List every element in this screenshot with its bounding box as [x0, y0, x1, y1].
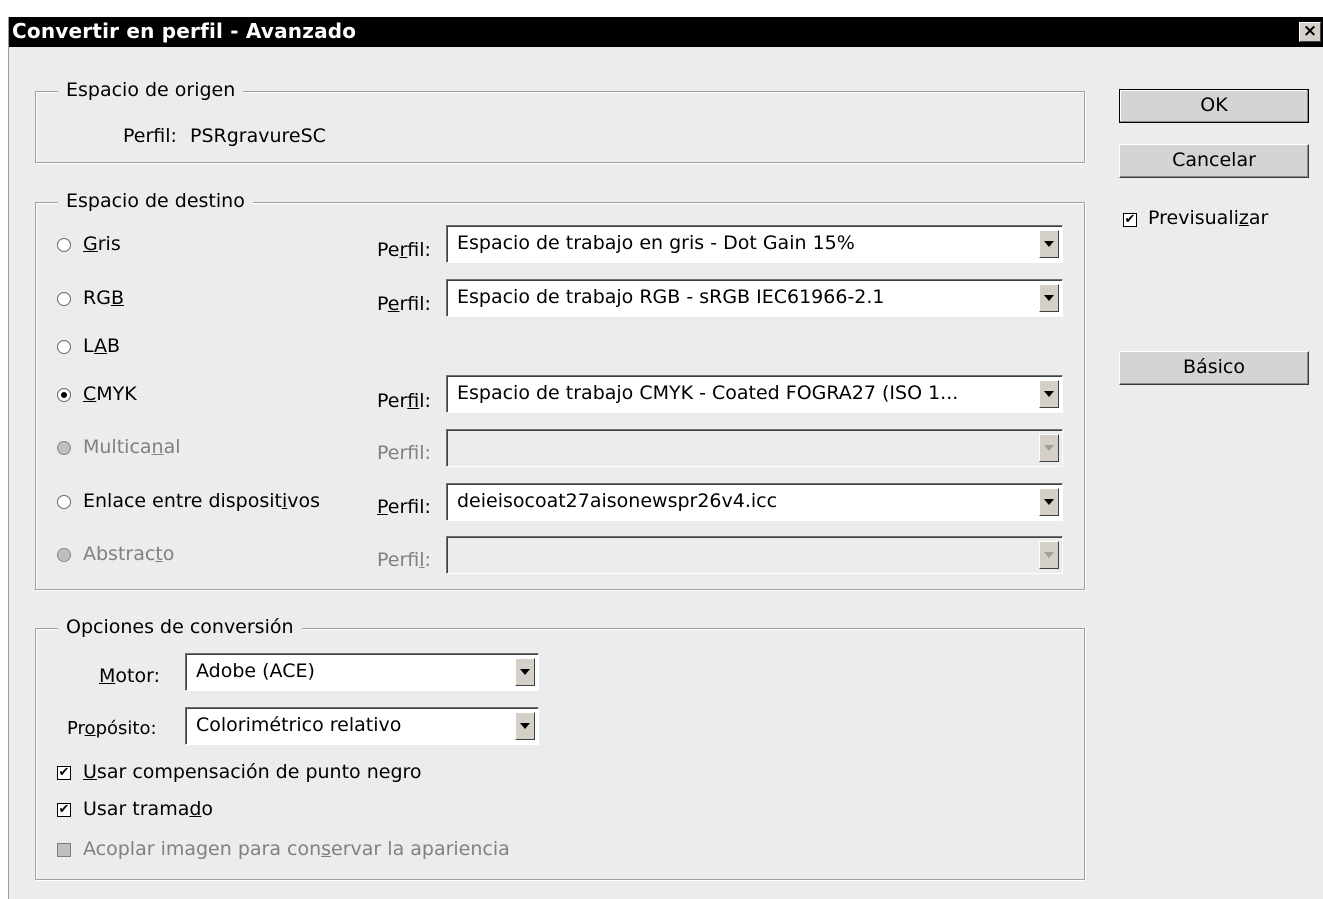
cmyk-profile-label: Perfil:	[377, 390, 431, 412]
dither-label[interactable]: Usar tramado	[83, 798, 213, 820]
chevron-down-icon[interactable]	[515, 658, 535, 686]
rgb-profile-value: Espacio de trabajo RGB - sRGB IEC61966-2…	[457, 286, 885, 308]
abstracto-profile-select	[446, 536, 1063, 574]
destination-space-legend: Espacio de destino	[58, 190, 253, 212]
ok-button[interactable]: OK	[1119, 89, 1309, 123]
device-link-profile-select[interactable]: deieisocoat27aisonewspr26v4.icc	[446, 483, 1063, 521]
radio-lab-label[interactable]: LAB	[83, 335, 120, 357]
conversion-options-legend: Opciones de conversión	[58, 616, 302, 638]
device-link-profile-value: deieisocoat27aisonewspr26v4.icc	[457, 490, 778, 512]
radio-abstracto-label: Abstracto	[83, 543, 175, 565]
black-point-label[interactable]: Usar compensación de punto negro	[83, 761, 422, 783]
gris-profile-label: Perfil:	[377, 239, 431, 261]
radio-multicanal-label: Multicanal	[83, 436, 181, 458]
chevron-down-icon[interactable]	[1039, 488, 1059, 516]
radio-gris[interactable]	[57, 238, 71, 252]
close-button[interactable]: ×	[1299, 22, 1321, 42]
chevron-down-icon	[1039, 541, 1059, 569]
chevron-down-icon[interactable]	[1039, 230, 1059, 258]
source-space-legend: Espacio de origen	[58, 79, 244, 101]
convert-profile-dialog: Convertir en perfil - Avanzado × Espacio…	[8, 17, 1323, 899]
preview-checkbox[interactable]: ✔	[1123, 213, 1137, 227]
source-profile-label: Perfil:	[123, 125, 177, 147]
chevron-down-icon[interactable]	[515, 712, 535, 740]
intent-select[interactable]: Colorimétrico relativo	[185, 707, 539, 745]
gris-profile-select[interactable]: Espacio de trabajo en gris - Dot Gain 15…	[446, 225, 1063, 263]
intent-value: Colorimétrico relativo	[196, 714, 402, 736]
abstracto-profile-label: Perfil:	[377, 549, 431, 571]
cmyk-profile-select[interactable]: Espacio de trabajo CMYK - Coated FOGRA27…	[446, 375, 1063, 413]
flatten-label: Acoplar imagen para conservar la aparien…	[83, 838, 510, 860]
engine-value: Adobe (ACE)	[196, 660, 315, 682]
chevron-down-icon[interactable]	[1039, 380, 1059, 408]
radio-cmyk[interactable]	[57, 388, 71, 402]
rgb-profile-select[interactable]: Espacio de trabajo RGB - sRGB IEC61966-2…	[446, 279, 1063, 317]
radio-gris-label[interactable]: Gris	[83, 233, 121, 255]
black-point-checkbox[interactable]: ✔	[57, 766, 71, 780]
rgb-profile-label: Perfil:	[377, 293, 431, 315]
radio-rgb-label[interactable]: RGB	[83, 287, 124, 309]
source-profile-value: PSRgravureSC	[190, 125, 326, 147]
radio-rgb[interactable]	[57, 292, 71, 306]
dither-checkbox[interactable]: ✔	[57, 803, 71, 817]
multicanal-profile-select	[446, 429, 1063, 467]
cmyk-profile-value: Espacio de trabajo CMYK - Coated FOGRA27…	[457, 382, 959, 404]
chevron-down-icon	[1039, 434, 1059, 462]
radio-device-link[interactable]	[57, 495, 71, 509]
radio-lab[interactable]	[57, 340, 71, 354]
flatten-checkbox	[57, 843, 71, 857]
device-link-profile-label: Perfil:	[377, 496, 431, 518]
preview-label[interactable]: Previsualizar	[1148, 207, 1268, 229]
dialog-title: Convertir en perfil - Avanzado	[12, 19, 357, 43]
radio-cmyk-label[interactable]: CMYK	[83, 383, 137, 405]
radio-multicanal[interactable]	[57, 441, 71, 455]
title-bar: Convertir en perfil - Avanzado ×	[9, 17, 1323, 47]
intent-label: Propósito:	[67, 718, 157, 739]
cancel-button[interactable]: Cancelar	[1119, 144, 1309, 178]
engine-label: Motor:	[99, 665, 160, 687]
basic-button[interactable]: Básico	[1119, 351, 1309, 385]
radio-device-link-label[interactable]: Enlace entre dispositivos	[83, 490, 320, 512]
multicanal-profile-label: Perfil:	[377, 442, 431, 464]
chevron-down-icon[interactable]	[1039, 284, 1059, 312]
gris-profile-value: Espacio de trabajo en gris - Dot Gain 15…	[457, 232, 855, 254]
radio-abstracto[interactable]	[57, 548, 71, 562]
engine-select[interactable]: Adobe (ACE)	[185, 653, 539, 691]
